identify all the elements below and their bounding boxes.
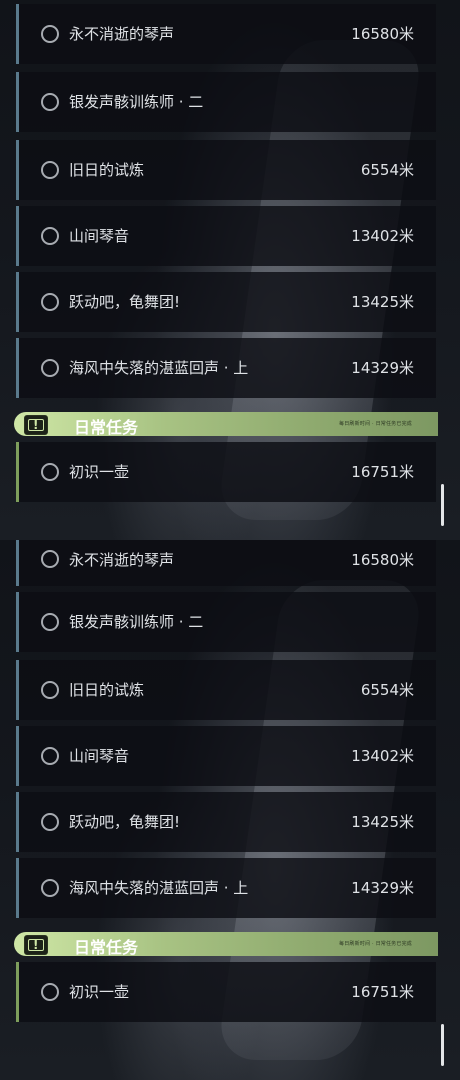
quest-distance: 16580米 <box>351 551 414 569</box>
section-title: 日常任务 <box>74 938 139 957</box>
quest-distance: 16580米 <box>351 25 414 43</box>
quest-distance: 16751米 <box>351 463 414 481</box>
quest-title: 旧日的试炼 <box>69 681 145 699</box>
radio-circle-icon[interactable] <box>41 161 59 179</box>
section-title: 日常任务 <box>74 418 139 437</box>
quest-item[interactable]: 永不消逝的琴声 16580米 <box>16 4 436 64</box>
quest-item[interactable]: 跃动吧，龟舞团! 13425米 <box>16 272 436 332</box>
quest-item[interactable]: 山间琴音 13402米 <box>16 206 436 266</box>
daily-quests-header[interactable]: ! 日常任务 每日刷新时间 · 日常任务已完成 <box>14 412 438 437</box>
daily-quest-item[interactable]: 初识一壶 16751米 <box>16 442 436 502</box>
quest-title: 跃动吧，龟舞团! <box>69 293 181 311</box>
quest-title: 山间琴音 <box>69 227 130 245</box>
quest-title: 海风中失落的湛蓝回声 · 上 <box>69 359 249 377</box>
quest-title: 初识一壶 <box>69 463 130 481</box>
section-note: 每日刷新时间 · 日常任务已完成 <box>339 421 412 427</box>
quest-title: 跃动吧，龟舞团! <box>69 813 181 831</box>
radio-circle-icon[interactable] <box>41 359 59 377</box>
daily-quest-item[interactable]: 初识一壶 16751米 <box>16 962 436 1022</box>
quest-distance: 14329米 <box>351 359 414 377</box>
scrollbar[interactable] <box>441 484 444 526</box>
quest-item[interactable]: 海风中失落的湛蓝回声 · 上 14329米 <box>16 338 436 398</box>
quest-distance: 13425米 <box>351 293 414 311</box>
alert-icon: ! <box>24 415 48 435</box>
quest-item[interactable]: 海风中失落的湛蓝回声 · 上 14329米 <box>16 858 436 918</box>
radio-circle-icon[interactable] <box>41 681 59 699</box>
quest-title: 初识一壶 <box>69 983 130 1001</box>
radio-circle-icon[interactable] <box>41 550 59 568</box>
quest-title: 海风中失落的湛蓝回声 · 上 <box>69 879 249 897</box>
radio-circle-icon[interactable] <box>41 983 59 1001</box>
quest-distance: 13402米 <box>351 227 414 245</box>
quest-distance: 13425米 <box>351 813 414 831</box>
radio-circle-icon[interactable] <box>41 227 59 245</box>
radio-circle-icon[interactable] <box>41 293 59 311</box>
quest-item[interactable]: 跃动吧，龟舞团! 13425米 <box>16 792 436 852</box>
quest-title: 永不消逝的琴声 <box>69 25 175 43</box>
quest-item[interactable]: 永不消逝的琴声 16580米 <box>16 540 436 586</box>
quest-title: 山间琴音 <box>69 747 130 765</box>
quest-item[interactable]: 银发声骸训练师 · 二 <box>16 592 436 652</box>
quest-title: 银发声骸训练师 · 二 <box>69 613 204 631</box>
quest-distance: 6554米 <box>360 161 414 179</box>
quest-item[interactable]: 旧日的试炼 6554米 <box>16 660 436 720</box>
radio-circle-icon[interactable] <box>41 25 59 43</box>
quest-title: 旧日的试炼 <box>69 161 145 179</box>
quest-panel-top: 永不消逝的琴声 16580米 银发声骸训练师 · 二 旧日的试炼 6554米 山… <box>0 0 460 540</box>
quest-distance: 14329米 <box>351 879 414 897</box>
quest-distance: 6554米 <box>360 681 414 699</box>
radio-circle-icon[interactable] <box>41 93 59 111</box>
quest-title: 永不消逝的琴声 <box>69 551 175 569</box>
quest-panel-bottom: 永不消逝的琴声 16580米 银发声骸训练师 · 二 旧日的试炼 6554米 山… <box>0 540 460 1080</box>
radio-circle-icon[interactable] <box>41 747 59 765</box>
quest-item[interactable]: 银发声骸训练师 · 二 <box>16 72 436 132</box>
radio-circle-icon[interactable] <box>41 813 59 831</box>
quest-title: 银发声骸训练师 · 二 <box>69 93 204 111</box>
radio-circle-icon[interactable] <box>41 879 59 897</box>
quest-item[interactable]: 旧日的试炼 6554米 <box>16 140 436 200</box>
radio-circle-icon[interactable] <box>41 613 59 631</box>
section-note: 每日刷新时间 · 日常任务已完成 <box>339 941 412 947</box>
quest-distance: 13402米 <box>351 747 414 765</box>
quest-item[interactable]: 山间琴音 13402米 <box>16 726 436 786</box>
scrollbar[interactable] <box>441 1024 444 1066</box>
quest-distance: 16751米 <box>351 983 414 1001</box>
alert-icon: ! <box>24 935 48 955</box>
daily-quests-header[interactable]: ! 日常任务 每日刷新时间 · 日常任务已完成 <box>14 932 438 957</box>
radio-circle-icon[interactable] <box>41 463 59 481</box>
